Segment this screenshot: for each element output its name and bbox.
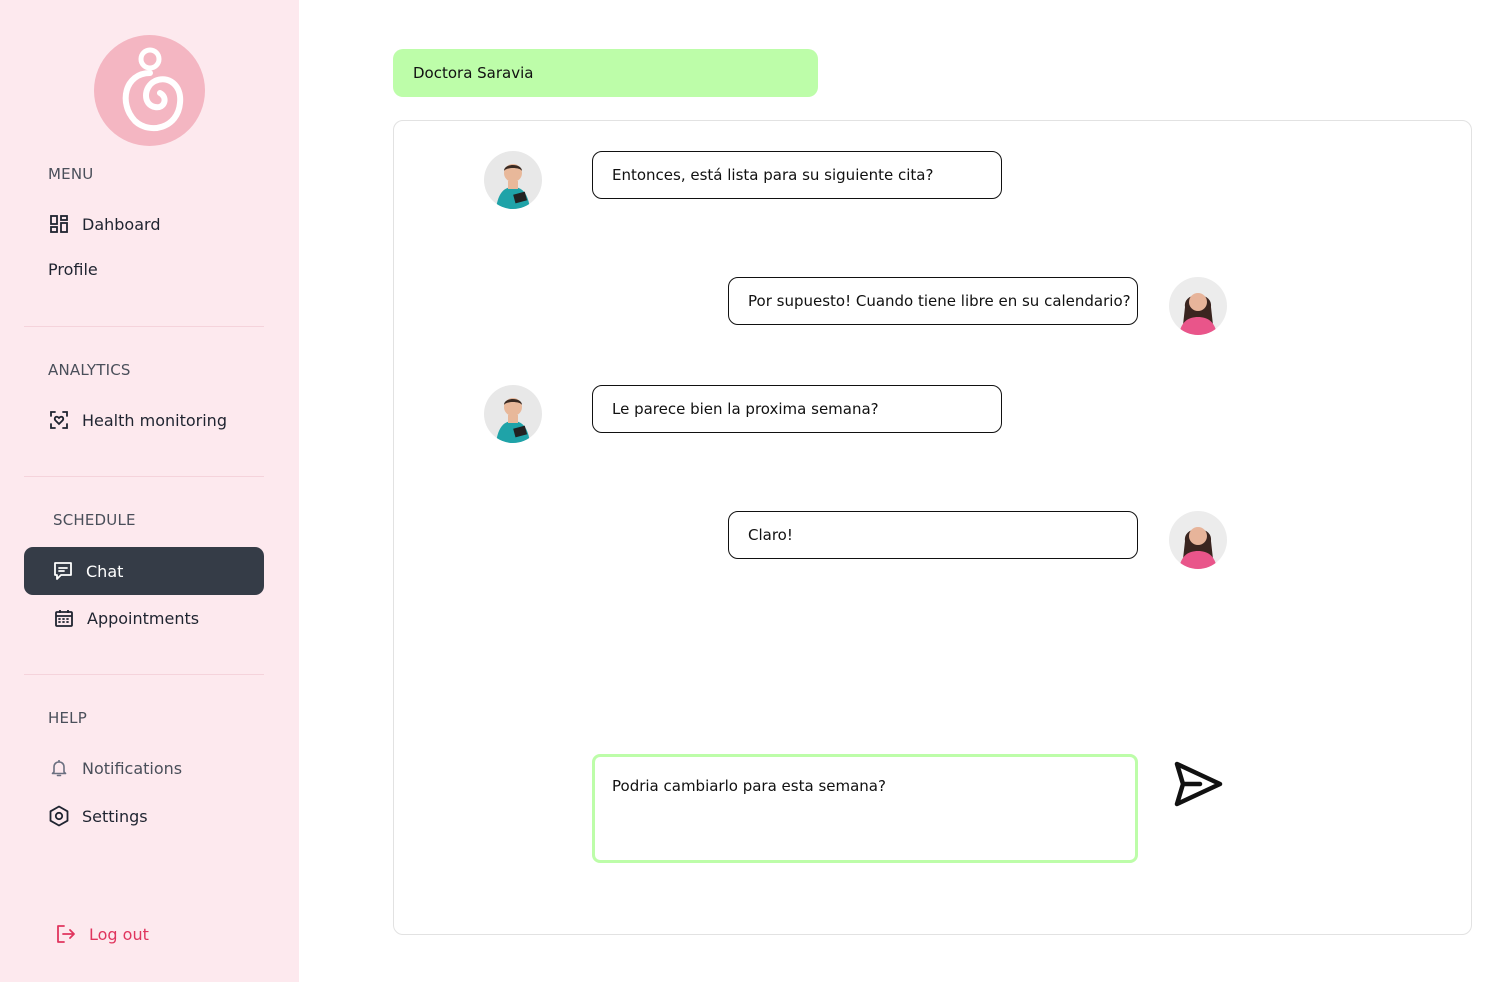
sidebar-item-appointments[interactable]: Appointments (53, 607, 199, 629)
sidebar-item-profile[interactable]: Profile (48, 260, 98, 279)
message-text: Le parece bien la proxima semana? (612, 400, 879, 418)
logout-label: Log out (89, 924, 149, 944)
sidebar-item-label: Health monitoring (82, 410, 227, 430)
sidebar-item-label: Settings (82, 806, 148, 826)
mother-baby-logo-icon (122, 47, 183, 132)
help-section-label: HELP (48, 709, 87, 727)
sidebar-divider (24, 476, 264, 477)
sidebar-item-label: Notifications (82, 758, 183, 778)
bell-icon (48, 757, 70, 779)
sidebar-item-chat[interactable]: Chat (24, 547, 264, 595)
message-bubble-received: Entonces, está lista para su siguiente c… (592, 151, 1002, 199)
message-input-text: Podria cambiarlo para esta semana? (612, 777, 886, 795)
calendar-icon (53, 607, 75, 629)
sidebar-item-settings[interactable]: Settings (48, 805, 148, 827)
patient-avatar (1169, 277, 1227, 335)
dashboard-icon (48, 213, 70, 235)
send-button[interactable] (1170, 756, 1226, 812)
sidebar-divider (24, 326, 264, 327)
sidebar-item-health-monitoring[interactable]: Health monitoring (48, 409, 227, 431)
settings-icon (48, 805, 70, 827)
message-bubble-sent: Claro! (728, 511, 1138, 559)
message-input[interactable]: Podria cambiarlo para esta semana? (592, 754, 1138, 863)
doctor-avatar (484, 151, 542, 209)
sidebar-item-label: Chat (86, 561, 124, 581)
chat-contact-header: Doctora Saravia (393, 49, 818, 97)
message-text: Por supuesto! Cuando tiene libre en su c… (748, 292, 1131, 310)
send-icon (1174, 761, 1223, 807)
message-text: Claro! (748, 526, 793, 544)
analytics-section-label: ANALYTICS (48, 361, 131, 379)
message-bubble-sent: Por supuesto! Cuando tiene libre en su c… (728, 277, 1138, 325)
schedule-section-label: SCHEDULE (53, 511, 136, 529)
message-text: Entonces, está lista para su siguiente c… (612, 166, 934, 184)
sidebar: MENU Dahboard Profile ANALYTICS Health m… (0, 0, 299, 982)
app-logo (94, 35, 205, 146)
message-bubble-received: Le parece bien la proxima semana? (592, 385, 1002, 433)
menu-section-label: MENU (48, 165, 94, 183)
contact-name: Doctora Saravia (413, 64, 534, 82)
logout-button[interactable]: Log out (55, 923, 149, 945)
logout-icon (55, 923, 77, 945)
sidebar-item-dashboard[interactable]: Dahboard (48, 213, 160, 235)
sidebar-divider (24, 674, 264, 675)
heart-scan-icon (48, 409, 70, 431)
sidebar-item-label: Profile (48, 260, 98, 279)
sidebar-item-label: Dahboard (82, 214, 161, 234)
doctor-avatar (484, 385, 542, 443)
sidebar-item-label: Appointments (87, 608, 200, 628)
patient-avatar (1169, 511, 1227, 569)
chat-icon (52, 560, 74, 582)
sidebar-item-notifications[interactable]: Notifications (48, 757, 182, 779)
